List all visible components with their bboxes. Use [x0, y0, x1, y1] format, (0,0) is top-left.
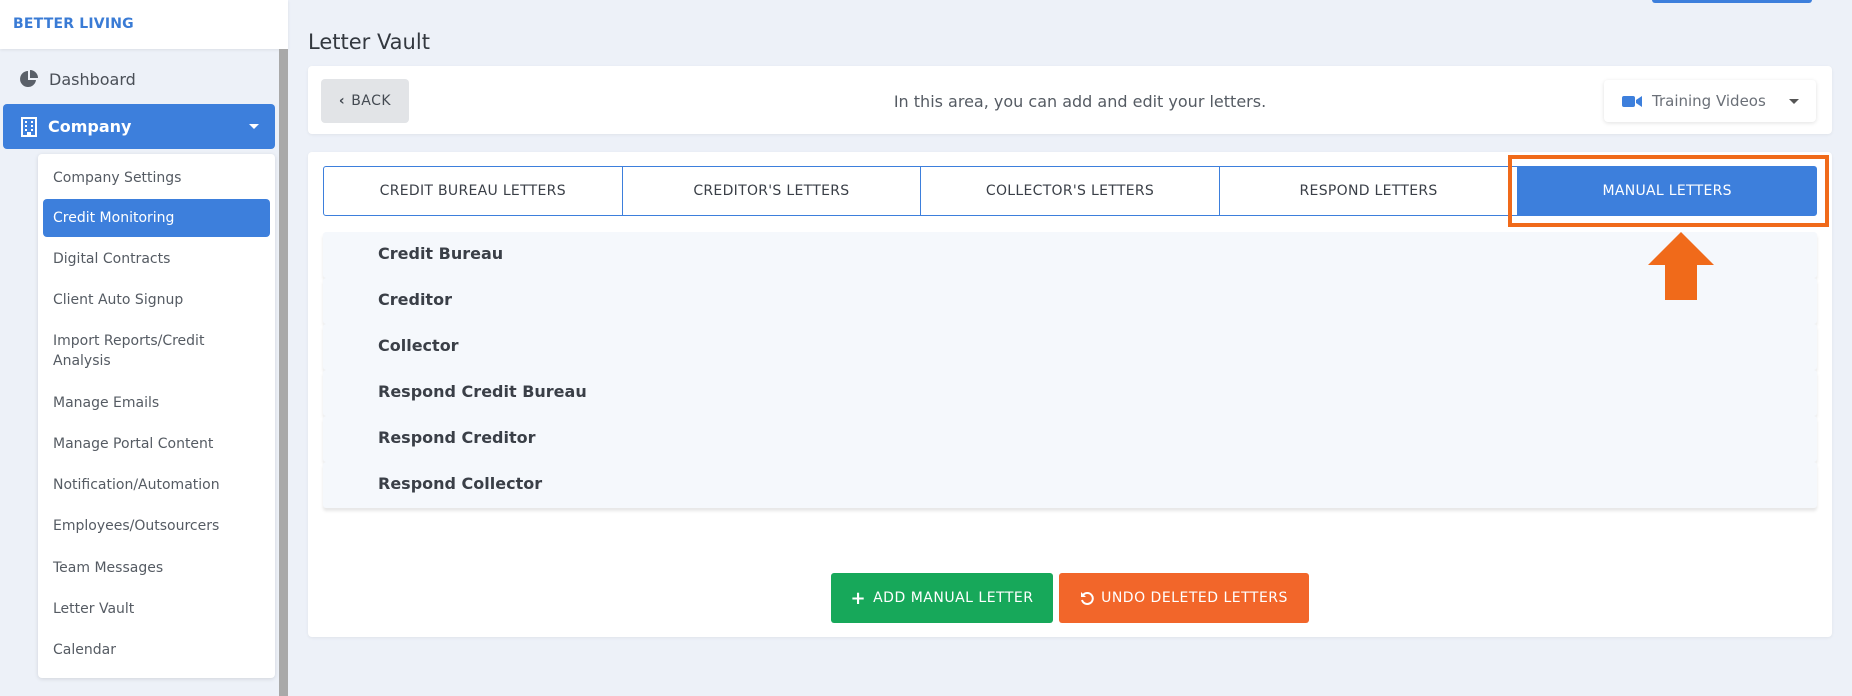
- add-manual-letter-button[interactable]: + ADD MANUAL LETTER: [831, 573, 1053, 623]
- undo-icon: [1081, 592, 1094, 605]
- video-camera-icon: [1622, 95, 1642, 107]
- accordion-credit-bureau[interactable]: Credit Bureau: [323, 232, 1817, 278]
- pie-chart-icon: [20, 70, 38, 87]
- top-button-edge[interactable]: [1652, 0, 1812, 3]
- brand-header[interactable]: BETTER LIVING: [0, 0, 288, 49]
- sidebar-item-dashboard[interactable]: Dashboard: [0, 58, 276, 100]
- tab-manual-letters[interactable]: MANUAL LETTERS: [1517, 166, 1817, 216]
- training-videos-label: Training Videos: [1652, 92, 1766, 110]
- sidebar-item-company-settings[interactable]: Company Settings: [43, 168, 270, 188]
- tab-collectors-letters[interactable]: COLLECTOR'S LETTERS: [920, 166, 1220, 216]
- sidebar-item-notification-automation[interactable]: Notification/Automation: [43, 475, 270, 495]
- header-card: ‹ BACK In this area, you can add and edi…: [308, 66, 1832, 134]
- accordion-label: Respond Collector: [378, 474, 543, 493]
- tab-creditors-letters[interactable]: CREDITOR'S LETTERS: [621, 166, 922, 216]
- chevron-down-icon: [249, 124, 259, 129]
- accordion-respond-credit-bureau[interactable]: Respond Credit Bureau: [323, 370, 1817, 416]
- accordion-respond-collector[interactable]: Respond Collector: [323, 462, 1817, 508]
- undo-deleted-letters-label: UNDO DELETED LETTERS: [1101, 590, 1288, 606]
- sidebar-item-digital-contracts[interactable]: Digital Contracts: [43, 249, 270, 269]
- sidebar-item-client-auto-signup[interactable]: Client Auto Signup: [43, 290, 270, 310]
- page-title: Letter Vault: [308, 30, 430, 54]
- sidebar-item-label: Company: [48, 117, 132, 136]
- sidebar-item-manage-emails[interactable]: Manage Emails: [43, 393, 270, 413]
- accordion-label: Creditor: [378, 290, 452, 309]
- sidebar-item-import-reports[interactable]: Import Reports/Credit Analysis: [43, 331, 243, 371]
- sidebar-item-employees-outsourcers[interactable]: Employees/Outsourcers: [43, 516, 270, 536]
- building-icon: [21, 116, 37, 137]
- tab-respond-letters[interactable]: RESPOND LETTERS: [1218, 166, 1519, 216]
- accordion-creditor[interactable]: Creditor: [323, 278, 1817, 324]
- sidebar-item-manage-portal-content[interactable]: Manage Portal Content: [43, 434, 270, 454]
- plus-icon: +: [850, 587, 867, 609]
- chevron-down-icon: [1789, 99, 1799, 104]
- sidebar-item-letter-vault[interactable]: Letter Vault: [43, 599, 270, 619]
- sidebar-item-label: Dashboard: [49, 69, 136, 89]
- tab-credit-bureau-letters[interactable]: CREDIT BUREAU LETTERS: [323, 166, 623, 216]
- accordion-collector[interactable]: Collector: [323, 324, 1817, 370]
- accordion-label: Credit Bureau: [378, 244, 504, 263]
- company-submenu: Company Settings Credit Monitoring Digit…: [38, 154, 275, 678]
- sidebar-scrollbar[interactable]: [279, 49, 288, 696]
- accordion-label: Respond Creditor: [378, 428, 536, 447]
- sidebar: BETTER LIVING Dashboard Company Company …: [0, 0, 288, 696]
- letters-card: CREDIT BUREAU LETTERS CREDITOR'S LETTERS…: [308, 152, 1832, 637]
- accordion-label: Collector: [378, 336, 459, 355]
- undo-deleted-letters-button[interactable]: UNDO DELETED LETTERS: [1059, 573, 1309, 623]
- sidebar-item-team-messages[interactable]: Team Messages: [43, 558, 270, 578]
- arrow-up-icon: [1648, 232, 1714, 300]
- training-videos-dropdown[interactable]: Training Videos: [1604, 80, 1816, 122]
- sidebar-item-company[interactable]: Company: [3, 104, 275, 149]
- sidebar-item-calendar[interactable]: Calendar: [43, 640, 270, 660]
- accordion-respond-creditor[interactable]: Respond Creditor: [323, 416, 1817, 462]
- brand-name: BETTER LIVING: [13, 16, 134, 32]
- letter-tabs: CREDIT BUREAU LETTERS CREDITOR'S LETTERS…: [323, 166, 1817, 216]
- sidebar-item-credit-monitoring[interactable]: Credit Monitoring: [43, 199, 270, 237]
- accordion-label: Respond Credit Bureau: [378, 382, 587, 401]
- add-manual-letter-label: ADD MANUAL LETTER: [873, 590, 1034, 606]
